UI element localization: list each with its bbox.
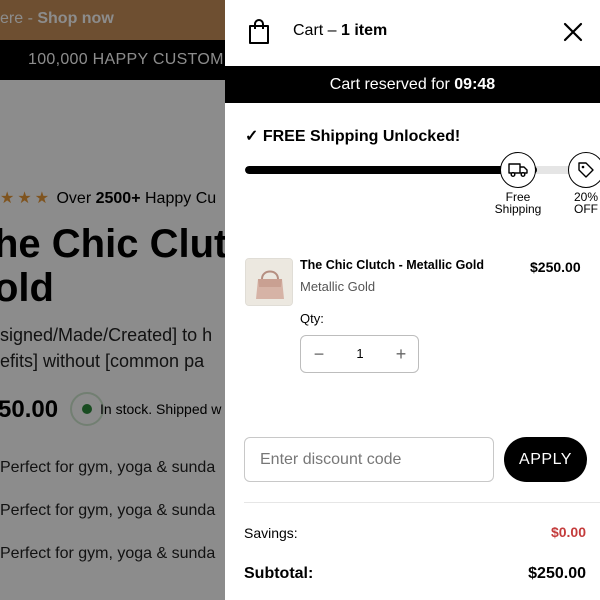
subtotal-value: $250.00	[528, 565, 586, 582]
free-shipping-message: ✓ FREE Shipping Unlocked!	[245, 128, 461, 145]
tag-icon	[578, 162, 594, 178]
discount-code-input[interactable]	[244, 437, 494, 482]
discount-milestone	[568, 152, 600, 188]
increase-quantity-button[interactable]: +	[391, 344, 411, 364]
handbag-image	[246, 259, 292, 305]
quantity-label: Qty:	[300, 311, 324, 326]
cart-reserved-banner: Cart reserved for 09:48	[225, 66, 600, 103]
cart-item-count: 1 item	[341, 22, 388, 39]
discount-milestone-label: 20% OFF	[573, 190, 599, 216]
truck-icon	[508, 163, 528, 177]
product-thumbnail[interactable]	[245, 258, 293, 306]
cart-item-name[interactable]: The Chic Clutch - Metallic Gold	[300, 258, 484, 272]
quantity-value[interactable]: 1	[341, 346, 379, 361]
cart-item-price: $250.00	[530, 259, 581, 275]
savings-value: $0.00	[550, 524, 586, 540]
quantity-stepper: − 1 +	[300, 335, 419, 373]
cart-header: Cart – 1 item	[225, 0, 600, 66]
reservation-timer: 09:48	[454, 76, 496, 93]
decrease-quantity-button[interactable]: −	[309, 344, 329, 364]
shopping-bag-icon	[249, 19, 269, 44]
subtotal-label: Subtotal:	[244, 565, 314, 582]
cart-title: Cart – 1 item	[293, 22, 388, 39]
apply-discount-button[interactable]: APPLY	[504, 437, 587, 482]
cart-item-variant: Metallic Gold	[300, 279, 376, 294]
divider	[244, 502, 600, 503]
free-shipping-milestone	[500, 152, 536, 188]
close-icon[interactable]	[561, 20, 585, 44]
savings-label: Savings:	[244, 525, 298, 541]
shipping-progress-fill	[245, 166, 538, 174]
cart-drawer: Cart – 1 item Cart reserved for 09:48 ✓ …	[225, 0, 600, 600]
